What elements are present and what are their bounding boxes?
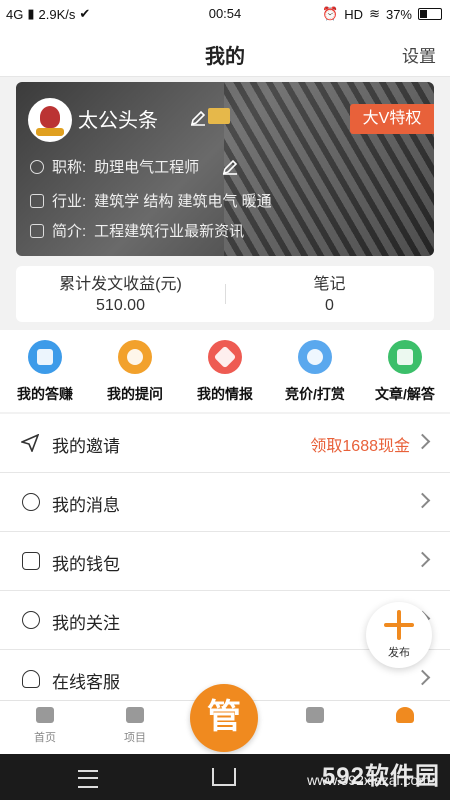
- notes-stat[interactable]: 笔记 0: [225, 274, 434, 316]
- my-answer-earn-label: 我的答赚: [17, 386, 73, 402]
- articles-answers-button[interactable]: 文章/解答: [360, 340, 450, 404]
- menu-icon[interactable]: [78, 770, 98, 788]
- publish-button[interactable]: 发布: [366, 602, 432, 668]
- invite-reward-text: 领取1688现金: [310, 438, 410, 455]
- person-icon: [396, 707, 414, 723]
- menu-item-messages-label: 我的消息: [52, 496, 120, 515]
- chevron-right-icon: [414, 551, 431, 568]
- headset-icon: [22, 670, 40, 688]
- vip-privilege-button[interactable]: 大V特权: [350, 104, 434, 134]
- grid-icon: [30, 193, 44, 208]
- menu-item-invite[interactable]: 我的邀请 领取1688现金: [0, 414, 450, 473]
- nav-projects-label: 项目: [124, 732, 146, 744]
- menu-item-support-label: 在线客服: [52, 673, 120, 692]
- profile-card[interactable]: 太公头条 大V特权 职称: 助理电气工程师 行业: 建筑学 结构 建筑电气 暖通…: [16, 82, 434, 256]
- menu-item-wallet-label: 我的钱包: [52, 555, 120, 574]
- title-value: 助理电气工程师: [94, 159, 200, 176]
- page-title: 我的: [205, 46, 245, 68]
- user-name: 太公头条: [78, 110, 158, 132]
- article-check-icon: [388, 340, 422, 374]
- watermark-url: www.592xiazai.com: [307, 772, 430, 788]
- bid-tip-button[interactable]: 竞价/打赏: [270, 340, 360, 404]
- hd-label: HD: [344, 6, 364, 22]
- money-bag-icon: [298, 340, 332, 374]
- battery-icon: [418, 8, 442, 20]
- battery-label: 37%: [385, 6, 412, 22]
- wifi-icon: ≋: [369, 6, 380, 21]
- send-icon: [208, 340, 242, 374]
- chevron-right-icon: [414, 433, 431, 450]
- nav-mine[interactable]: [360, 707, 450, 729]
- my-answer-earn-button[interactable]: 我的答赚: [0, 340, 90, 404]
- wallet-icon: [22, 552, 40, 570]
- menu-item-messages[interactable]: 我的消息: [0, 473, 450, 532]
- chevron-right-icon: [414, 669, 431, 686]
- plus-icon: [384, 610, 414, 640]
- my-questions-label: 我的提问: [107, 386, 163, 402]
- nav-learning[interactable]: [270, 707, 360, 729]
- title-row: 职称: 助理电气工程师: [30, 156, 239, 177]
- intro-row: 简介: 工程建筑行业最新资讯: [30, 220, 244, 241]
- industry-row: 行业: 建筑学 结构 建筑电气 暖通: [30, 190, 272, 211]
- status-bar: 4G ▮ 2.9K/s ✔ 00:54 ⏰ HD ≋ 37%: [0, 0, 450, 28]
- notes-label: 笔记: [313, 276, 346, 293]
- industry-value: 建筑学 结构 建筑电气 暖通: [94, 193, 272, 210]
- earnings-label: 累计发文收益(元): [59, 276, 182, 293]
- nav-manage-button[interactable]: 管: [190, 684, 258, 752]
- my-intel-button[interactable]: 我的情报: [180, 340, 270, 404]
- nav-projects[interactable]: 项目: [90, 707, 180, 745]
- action-row: 我的答赚 我的提问 我的情报 竞价/打赏 文章/解答: [0, 330, 450, 412]
- publish-label: 发布: [388, 647, 410, 659]
- industry-label: 行业:: [52, 193, 87, 210]
- title-label: 职称:: [52, 159, 87, 176]
- home-icon: [36, 707, 54, 723]
- home-key-icon[interactable]: [212, 768, 236, 786]
- chat-icon: [22, 493, 40, 511]
- graduation-cap-icon: [306, 707, 324, 723]
- settings-button[interactable]: 设置: [402, 42, 436, 67]
- menu-item-wallet[interactable]: 我的钱包: [0, 532, 450, 591]
- question-icon: [118, 340, 152, 374]
- my-intel-label: 我的情报: [197, 386, 253, 402]
- document-icon: [30, 223, 44, 238]
- my-questions-button[interactable]: 我的提问: [90, 340, 180, 404]
- avatar[interactable]: [28, 98, 72, 142]
- earnings-value: 510.00: [96, 297, 145, 314]
- edit-icon[interactable]: [190, 110, 206, 126]
- menu-item-following-label: 我的关注: [52, 614, 120, 633]
- nav-home[interactable]: 首页: [0, 707, 90, 745]
- stats-panel: 累计发文收益(元) 510.00 笔记 0: [16, 266, 434, 322]
- edit-title-icon[interactable]: [221, 159, 239, 175]
- notes-value: 0: [325, 297, 334, 314]
- alarm-icon: ⏰: [322, 6, 339, 21]
- person-icon: [30, 159, 44, 174]
- intro-value: 工程建筑行业最新资讯: [94, 223, 245, 240]
- page-header: 我的 设置: [0, 28, 450, 77]
- answer-icon: [28, 340, 62, 374]
- layers-icon: [126, 707, 144, 723]
- menu-list: 我的邀请 领取1688现金 我的消息 我的钱包 我的关注 在线客服: [0, 414, 450, 709]
- bid-tip-label: 竞价/打赏: [285, 386, 345, 402]
- chevron-right-icon: [414, 492, 431, 509]
- certificate-badge-icon: [208, 108, 230, 124]
- heart-icon: [22, 611, 40, 629]
- menu-item-invite-label: 我的邀请: [52, 437, 120, 456]
- status-right: ⏰ HD ≋ 37%: [322, 6, 442, 22]
- articles-answers-label: 文章/解答: [375, 386, 435, 402]
- paper-plane-icon: [21, 434, 39, 452]
- earnings-stat[interactable]: 累计发文收益(元) 510.00: [16, 274, 225, 316]
- intro-label: 简介:: [52, 223, 87, 240]
- nav-home-label: 首页: [34, 732, 56, 744]
